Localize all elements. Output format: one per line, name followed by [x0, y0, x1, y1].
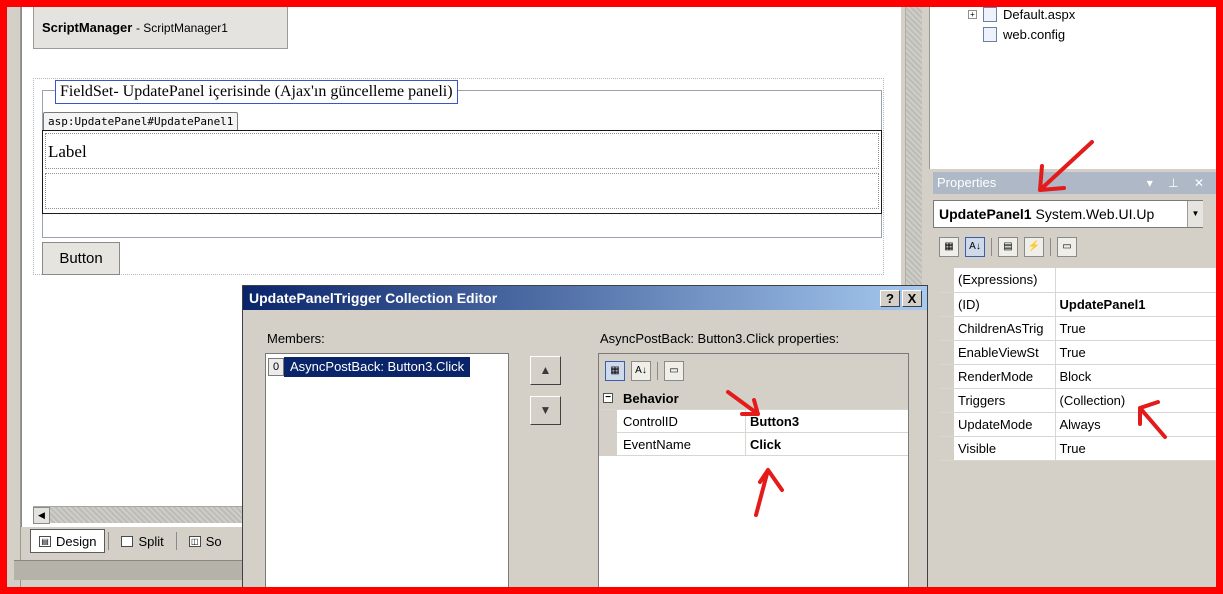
- chevron-down-icon[interactable]: ▼: [1187, 201, 1203, 227]
- dialog-property-grid: ▦ A↓ ▭ − Behavior ControlID Button3 Even…: [598, 353, 909, 588]
- property-row[interactable]: EventName Click: [599, 433, 908, 456]
- expand-icon[interactable]: +: [968, 10, 977, 19]
- properties-titlebar: Properties ▾ ⊥ ✕: [933, 172, 1216, 194]
- divider: [657, 361, 658, 380]
- property-row[interactable]: EnableViewSt True: [939, 340, 1216, 365]
- collapse-icon[interactable]: −: [603, 393, 613, 403]
- split-view-icon: [121, 535, 134, 547]
- content-row: Label: [45, 133, 879, 169]
- update-panel-tag[interactable]: asp:UpdatePanel#UpdatePanel1: [43, 112, 239, 130]
- property-row[interactable]: ControlID Button3: [599, 410, 908, 433]
- update-panel[interactable]: Label: [42, 130, 882, 214]
- divider: [108, 532, 110, 550]
- solution-explorer: + Default.aspx web.config: [929, 7, 1216, 169]
- design-view-icon: ▤: [39, 535, 51, 547]
- property-row[interactable]: UpdateMode Always: [939, 412, 1216, 437]
- close-button[interactable]: X: [902, 290, 922, 307]
- property-row[interactable]: (ID) UpdatePanel1: [939, 292, 1216, 317]
- property-row[interactable]: RenderMode Block: [939, 364, 1216, 389]
- fieldset-legend[interactable]: FieldSet- UpdatePanel içerisinde (Ajax'ı…: [55, 80, 458, 104]
- arrow-down-icon: ▼: [539, 403, 552, 417]
- properties-empty-area: [929, 462, 1216, 587]
- config-file-icon: [983, 27, 997, 42]
- property-row[interactable]: ChildrenAsTrig True: [939, 316, 1216, 341]
- category-row[interactable]: − Behavior: [599, 387, 908, 410]
- tree-item-web-config[interactable]: web.config: [983, 27, 1065, 42]
- divider: [991, 238, 992, 256]
- move-up-button[interactable]: ▲: [530, 356, 561, 385]
- button-control[interactable]: Button: [42, 242, 120, 275]
- arrow-up-icon: ▲: [539, 363, 552, 377]
- dialog-title: UpdatePanelTrigger Collection Editor: [243, 286, 927, 310]
- tab-source[interactable]: ◫ So: [180, 529, 231, 553]
- alphabetical-icon[interactable]: A↓: [631, 360, 651, 381]
- move-down-button[interactable]: ▼: [530, 396, 561, 425]
- tab-split[interactable]: Split: [112, 529, 172, 553]
- property-row[interactable]: Visible True: [939, 436, 1216, 461]
- source-view-icon: ◫: [188, 535, 201, 547]
- collection-editor-dialog: UpdatePanelTrigger Collection Editor ? X…: [242, 285, 928, 588]
- divider: [175, 532, 177, 550]
- tab-design[interactable]: ▤ Design: [30, 529, 106, 553]
- help-button[interactable]: ?: [880, 290, 900, 307]
- property-grid: (Expressions) (ID) UpdatePanel1 ChildrenA…: [939, 268, 1216, 461]
- properties-label: AsyncPostBack: Button3.Click properties:: [600, 331, 840, 346]
- view-switcher: ▤ Design Split ◫ So: [30, 528, 231, 554]
- left-gutter: [7, 7, 21, 587]
- scroll-left-icon[interactable]: ◀: [33, 507, 50, 524]
- property-row-triggers[interactable]: Triggers (Collection): [939, 388, 1216, 413]
- members-list[interactable]: 0 AsyncPostBack: Button3.Click: [265, 353, 509, 588]
- property-pages-icon[interactable]: ▭: [1057, 237, 1077, 257]
- divider: [1050, 238, 1051, 256]
- script-manager-label: ScriptManager - ScriptManager1: [42, 20, 228, 35]
- window-controls[interactable]: ▾ ⊥ ✕: [1147, 172, 1210, 194]
- members-label: Members:: [267, 331, 325, 346]
- tree-item-default-aspx[interactable]: + Default.aspx: [968, 7, 1075, 22]
- list-item[interactable]: 0 AsyncPostBack: Button3.Click: [268, 357, 471, 377]
- events-icon[interactable]: ⚡: [1024, 237, 1044, 257]
- aspx-file-icon: [983, 7, 997, 22]
- script-manager-control[interactable]: ScriptManager - ScriptManager1: [33, 4, 288, 49]
- properties-icon[interactable]: ▤: [998, 237, 1018, 257]
- property-pages-icon[interactable]: ▭: [664, 360, 684, 381]
- label-control[interactable]: Label: [48, 142, 87, 162]
- dialog-grid-toolbar: ▦ A↓ ▭: [599, 354, 908, 387]
- object-selector[interactable]: UpdatePanel1 System.Web.UI.Up: [933, 200, 1203, 228]
- properties-toolbar: ▦ A↓ ▤ ⚡ ▭: [933, 232, 1216, 262]
- categorized-icon[interactable]: ▦: [939, 237, 959, 257]
- property-row[interactable]: (Expressions): [939, 268, 1216, 293]
- alphabetical-icon[interactable]: A↓: [965, 237, 985, 257]
- content-row: [45, 173, 879, 209]
- categorized-icon[interactable]: ▦: [605, 360, 625, 381]
